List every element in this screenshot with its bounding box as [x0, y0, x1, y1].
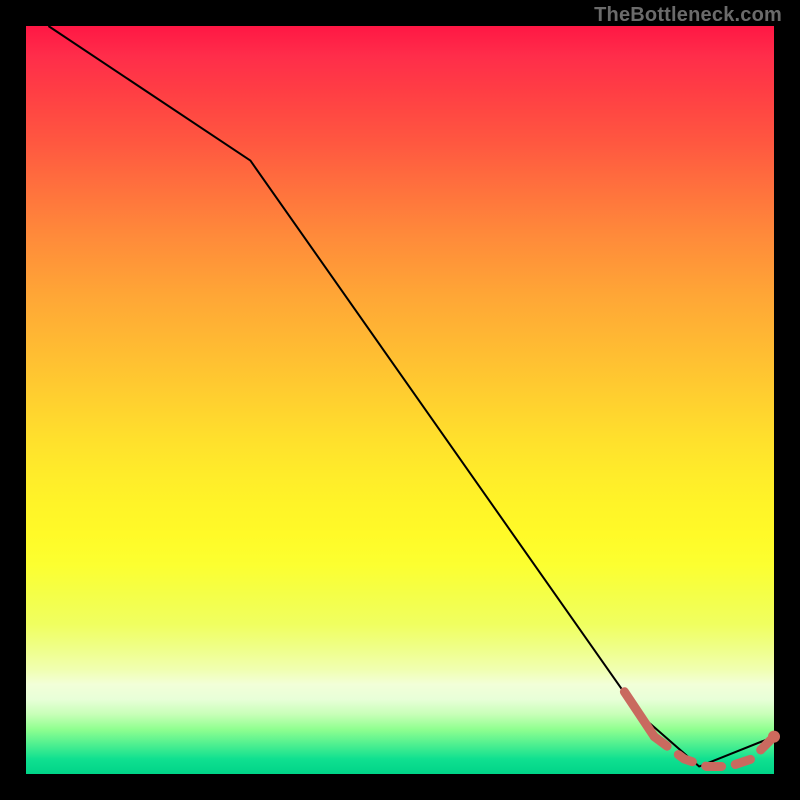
main-curve-line [48, 26, 774, 767]
watermark-text: TheBottleneck.com [594, 4, 782, 27]
highlight-end-dot [768, 731, 780, 743]
highlight-lead [624, 692, 654, 737]
chart-svg [26, 26, 774, 774]
highlight-dashed-line [654, 737, 774, 767]
chart-plot-area [26, 26, 774, 774]
